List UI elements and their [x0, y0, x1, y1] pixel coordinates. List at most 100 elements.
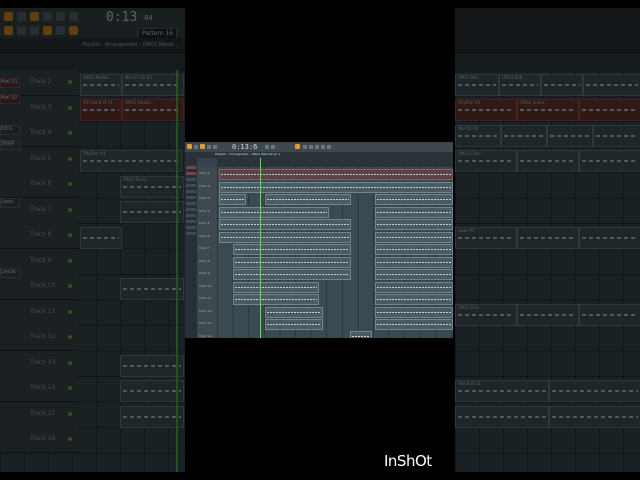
clip[interactable]: (PKG) Mel... [455, 74, 499, 96]
clip[interactable] [219, 207, 329, 218]
play-button[interactable] [43, 12, 52, 21]
playlist-grid[interactable]: (PKG) Mel... (PKG) 808 Rhythm #1 (PKG) S… [455, 70, 640, 472]
clip[interactable] [219, 219, 351, 230]
clip[interactable]: Rhythm #1 [455, 99, 517, 121]
clip[interactable] [219, 194, 246, 205]
pattern-song-toggle[interactable] [30, 12, 39, 21]
browser-icon[interactable] [321, 145, 325, 149]
track-header[interactable]: Track 13 [0, 350, 78, 377]
clip[interactable]: Mel 01 Fill #2 [122, 74, 184, 96]
tool-icon[interactable] [17, 12, 26, 21]
clip[interactable] [583, 74, 640, 96]
clip[interactable] [120, 406, 184, 428]
track-header[interactable]: Track 3 [197, 192, 217, 206]
clip[interactable] [517, 150, 579, 172]
track-header[interactable]: Track 11 [0, 299, 78, 326]
clip[interactable] [579, 150, 640, 172]
clip[interactable] [233, 244, 351, 255]
track-header[interactable]: Track 14 [0, 376, 78, 402]
clip[interactable] [517, 304, 579, 326]
track-header[interactable]: Track 16 [0, 427, 78, 453]
side-label[interactable]: Mel 01 [0, 78, 20, 88]
record-button[interactable] [69, 12, 78, 21]
menu-icon[interactable] [4, 12, 13, 21]
clip[interactable] [375, 282, 453, 293]
clip[interactable] [375, 319, 453, 330]
side-label[interactable]: SNAP [0, 140, 20, 150]
track-header[interactable]: Track 10 [197, 279, 217, 293]
playlist-grid[interactable]: Track 2 Track 3 Track 4 Track 5 Track 6 … [0, 70, 185, 472]
track-header[interactable]: Track 5 [0, 146, 78, 173]
track-header[interactable]: Track 9 [197, 267, 217, 281]
clip[interactable] [265, 307, 323, 318]
clip[interactable] [219, 232, 351, 243]
undo-icon[interactable] [17, 26, 26, 35]
clip[interactable] [579, 99, 640, 121]
clip[interactable] [233, 282, 319, 293]
menu-icon[interactable] [187, 144, 192, 149]
side-label[interactable]: Mel 02 [0, 94, 20, 104]
playhead[interactable] [176, 70, 178, 472]
clip[interactable] [265, 194, 351, 205]
tempo-icon[interactable] [265, 145, 269, 149]
track-header[interactable]: Track 12 [0, 325, 78, 351]
track-header[interactable]: Track 14 [197, 329, 217, 338]
clip[interactable] [549, 380, 640, 402]
track-header[interactable]: Track 4 [197, 204, 217, 218]
clip[interactable] [547, 125, 593, 147]
channel-rack-icon[interactable] [309, 145, 313, 149]
bell-icon[interactable] [69, 26, 78, 35]
track-header[interactable]: Track 8 [197, 254, 217, 268]
track-header[interactable]: Track 5 [197, 217, 217, 231]
clip[interactable]: Rhythm #1 [80, 150, 182, 172]
clip[interactable] [549, 406, 640, 428]
clip[interactable]: #2 Pad 8 of 11 [80, 99, 122, 121]
clip[interactable] [375, 294, 453, 305]
clip[interactable] [375, 307, 453, 318]
clip[interactable]: Lead #1 [455, 227, 517, 249]
snap-icon[interactable] [295, 144, 300, 149]
track-header[interactable]: Track 15 [0, 401, 78, 428]
clip[interactable] [501, 125, 547, 147]
clip[interactable] [219, 169, 453, 180]
clip[interactable] [350, 331, 372, 338]
timeline-ruler[interactable] [217, 158, 453, 167]
clip[interactable]: Mel 01 Fill [455, 125, 501, 147]
track-header[interactable]: Track 2 [197, 179, 217, 193]
redo-icon[interactable] [30, 26, 39, 35]
clip[interactable] [233, 257, 351, 268]
clip[interactable] [233, 294, 319, 305]
clip[interactable] [375, 232, 453, 243]
snap-icon[interactable] [4, 26, 13, 35]
clip[interactable] [80, 227, 122, 249]
clip[interactable] [593, 125, 640, 147]
clip[interactable] [265, 319, 323, 330]
mixer-icon[interactable] [303, 145, 307, 149]
clip[interactable]: (PKG) 808 [499, 74, 541, 96]
track-header[interactable]: Track 6 [0, 172, 78, 198]
play-button[interactable] [194, 145, 198, 149]
track-header[interactable]: Track 8 [0, 223, 78, 249]
clip[interactable]: (PKG) Melod... [80, 74, 122, 96]
clip[interactable]: (PKG) Melod... [122, 99, 184, 121]
clip[interactable] [375, 219, 453, 230]
clip[interactable] [120, 380, 184, 402]
metronome-icon[interactable] [271, 145, 275, 149]
clip[interactable] [120, 278, 184, 300]
pencil-icon[interactable] [56, 26, 65, 35]
clip[interactable]: (PKG) Drum... [120, 176, 184, 198]
clip[interactable] [375, 269, 453, 280]
clip[interactable] [375, 244, 453, 255]
clip[interactable]: (PKG) Snare... [517, 99, 579, 121]
clip[interactable] [541, 74, 583, 96]
clip[interactable] [120, 355, 184, 377]
clip[interactable] [375, 207, 453, 218]
clip[interactable]: (PKG) Clap... [455, 150, 517, 172]
clip[interactable] [579, 227, 640, 249]
clip[interactable] [120, 201, 184, 223]
clip[interactable] [375, 194, 453, 205]
stop-button[interactable] [56, 12, 65, 21]
clip[interactable] [455, 406, 549, 428]
track-header[interactable]: Track 12 [197, 304, 217, 318]
clip[interactable] [375, 257, 453, 268]
